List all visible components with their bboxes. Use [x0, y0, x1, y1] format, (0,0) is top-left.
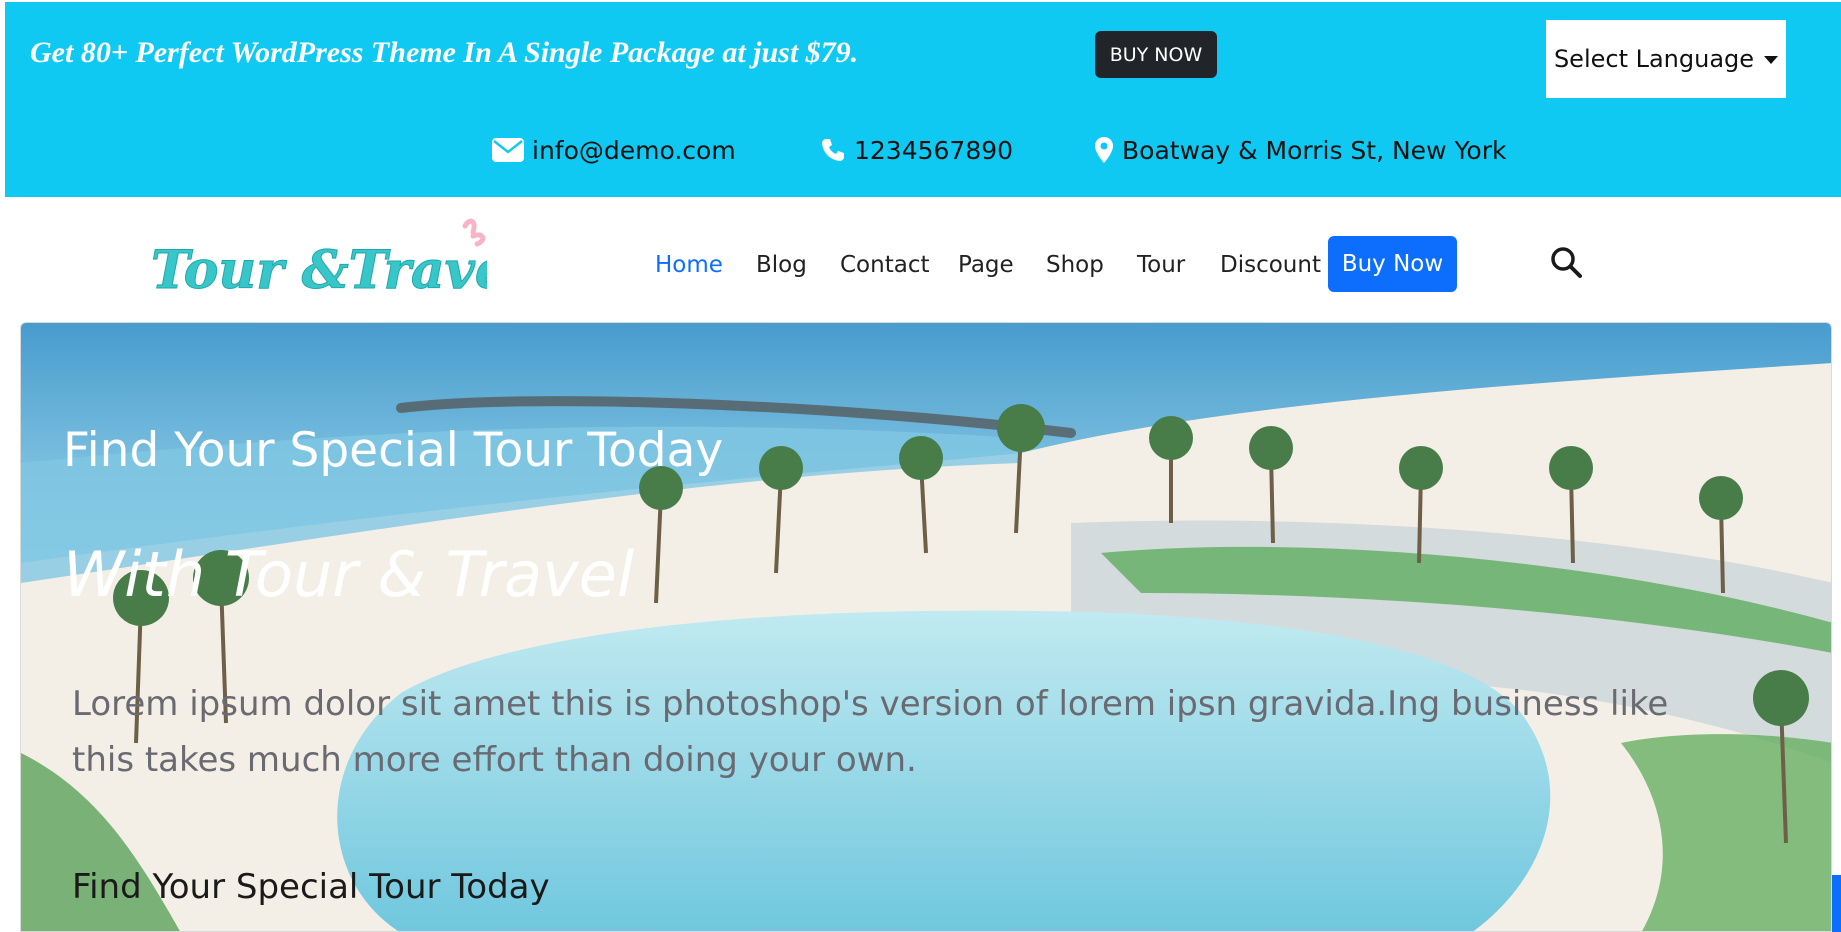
hero-background-image: [21, 323, 1831, 931]
hero-subtitle: With Tour & Travel: [63, 538, 635, 611]
buy-now-nav-button[interactable]: Buy Now: [1328, 236, 1457, 292]
contact-phone[interactable]: 1234567890: [820, 130, 1013, 170]
nav-blog[interactable]: Blog: [756, 238, 807, 292]
nav-home[interactable]: Home: [655, 238, 723, 292]
contact-email[interactable]: info@demo.com: [492, 130, 736, 170]
email-text: info@demo.com: [532, 135, 736, 165]
address-text: Boatway & Morris St, New York: [1122, 135, 1507, 165]
nav-tour[interactable]: Tour: [1137, 238, 1185, 292]
nav-contact[interactable]: Contact: [840, 238, 929, 292]
buy-now-button[interactable]: BUY NOW: [1095, 31, 1217, 78]
envelope-icon: [492, 138, 524, 162]
logo-text: Tour &Travel: [151, 240, 487, 301]
nav-page[interactable]: Page: [958, 238, 1014, 292]
language-select[interactable]: Select Language: [1546, 20, 1786, 98]
hero-title: Find Your Special Tour Today: [63, 423, 724, 478]
contact-address[interactable]: Boatway & Morris St, New York: [1094, 130, 1506, 170]
hero-banner: Find Your Special Tour Today With Tour &…: [20, 322, 1832, 932]
search-icon[interactable]: [1548, 244, 1584, 280]
map-pin-icon: [1095, 137, 1113, 163]
scroll-to-top-button[interactable]: [1832, 875, 1841, 932]
phone-icon: [822, 139, 844, 161]
caret-down-icon: [1764, 56, 1779, 64]
hero-description: Lorem ipsum dolor sit amet this is photo…: [72, 684, 1669, 780]
promo-text: Get 80+ Perfect WordPress Theme In A Sin…: [30, 36, 859, 69]
nav-shop[interactable]: Shop: [1046, 238, 1104, 292]
nav-discount[interactable]: Discount: [1220, 238, 1321, 292]
site-logo[interactable]: Tour &Travel: [147, 218, 487, 308]
hero-secondary-title: Find Your Special Tour Today: [72, 867, 550, 907]
language-label: Select Language: [1553, 45, 1755, 73]
phone-text: 1234567890: [854, 135, 1014, 165]
